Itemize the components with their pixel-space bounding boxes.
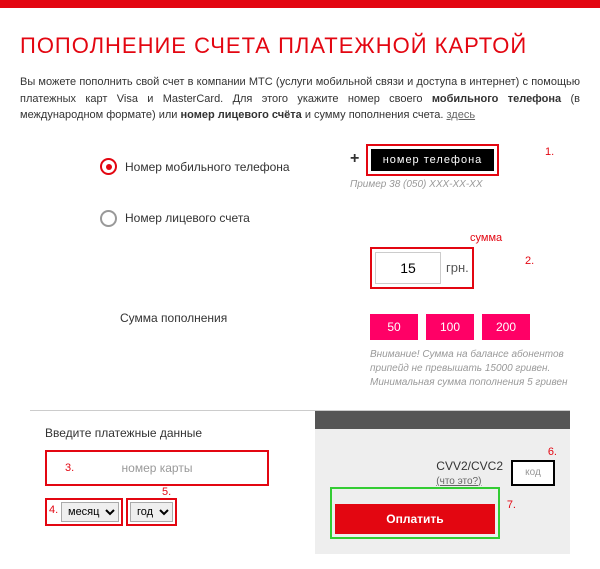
anno-5: 5. bbox=[162, 486, 171, 498]
radio-account-label: Номер лицевого счета bbox=[125, 211, 250, 225]
chip-100[interactable]: 100 bbox=[426, 314, 474, 340]
cvv-help-link[interactable]: (что это?) bbox=[436, 476, 481, 487]
here-link[interactable]: здесь bbox=[446, 109, 475, 121]
currency-label: грн. bbox=[446, 260, 469, 275]
card-number-input[interactable]: 3. номер карты bbox=[45, 450, 269, 486]
payment-box: Введите платежные данные 3. номер карты … bbox=[30, 410, 570, 554]
year-select[interactable]: год bbox=[130, 502, 173, 522]
card-title: Введите платежные данные bbox=[45, 426, 315, 440]
radio-mobile[interactable] bbox=[100, 158, 117, 175]
cvv-input[interactable]: 6. код bbox=[511, 460, 555, 486]
anno-2: 2. bbox=[525, 255, 534, 267]
phone-input[interactable]: номер телефона bbox=[371, 149, 495, 171]
cvv-label: CVV2/CVC2 bbox=[436, 459, 503, 473]
chip-200[interactable]: 200 bbox=[482, 314, 530, 340]
amount-label: Сумма пополнения bbox=[120, 311, 227, 325]
amount-chips: 50 100 200 bbox=[370, 314, 580, 340]
plus-sign: + bbox=[350, 150, 359, 167]
anno-7: 7. bbox=[507, 499, 516, 511]
top-bar bbox=[0, 0, 600, 8]
chip-50[interactable]: 50 bbox=[370, 314, 418, 340]
anno-summa: сумма bbox=[470, 232, 502, 244]
intro-text: Вы можете пополнить свой счет в компании… bbox=[20, 74, 580, 124]
month-select[interactable]: месяц bbox=[61, 502, 119, 522]
pay-button[interactable]: Оплатить bbox=[335, 504, 495, 534]
card-magstripe bbox=[315, 411, 570, 429]
anno-1: 1. bbox=[545, 146, 554, 158]
amount-warning: Внимание! Сумма на балансе абонентов при… bbox=[370, 348, 580, 390]
anno-6: 6. bbox=[548, 446, 557, 458]
page-title: ПОПОЛНЕНИЕ СЧЕТА ПЛАТЕЖНОЙ КАРТОЙ bbox=[20, 33, 580, 59]
radio-mobile-label: Номер мобильного телефона bbox=[125, 160, 290, 174]
radio-account[interactable] bbox=[100, 210, 117, 227]
anno-3: 3. bbox=[65, 462, 74, 474]
phone-hint: Пример 38 (050) XXX-XX-XX bbox=[350, 179, 580, 190]
anno-4: 4. bbox=[49, 504, 58, 516]
amount-input[interactable] bbox=[375, 252, 441, 284]
